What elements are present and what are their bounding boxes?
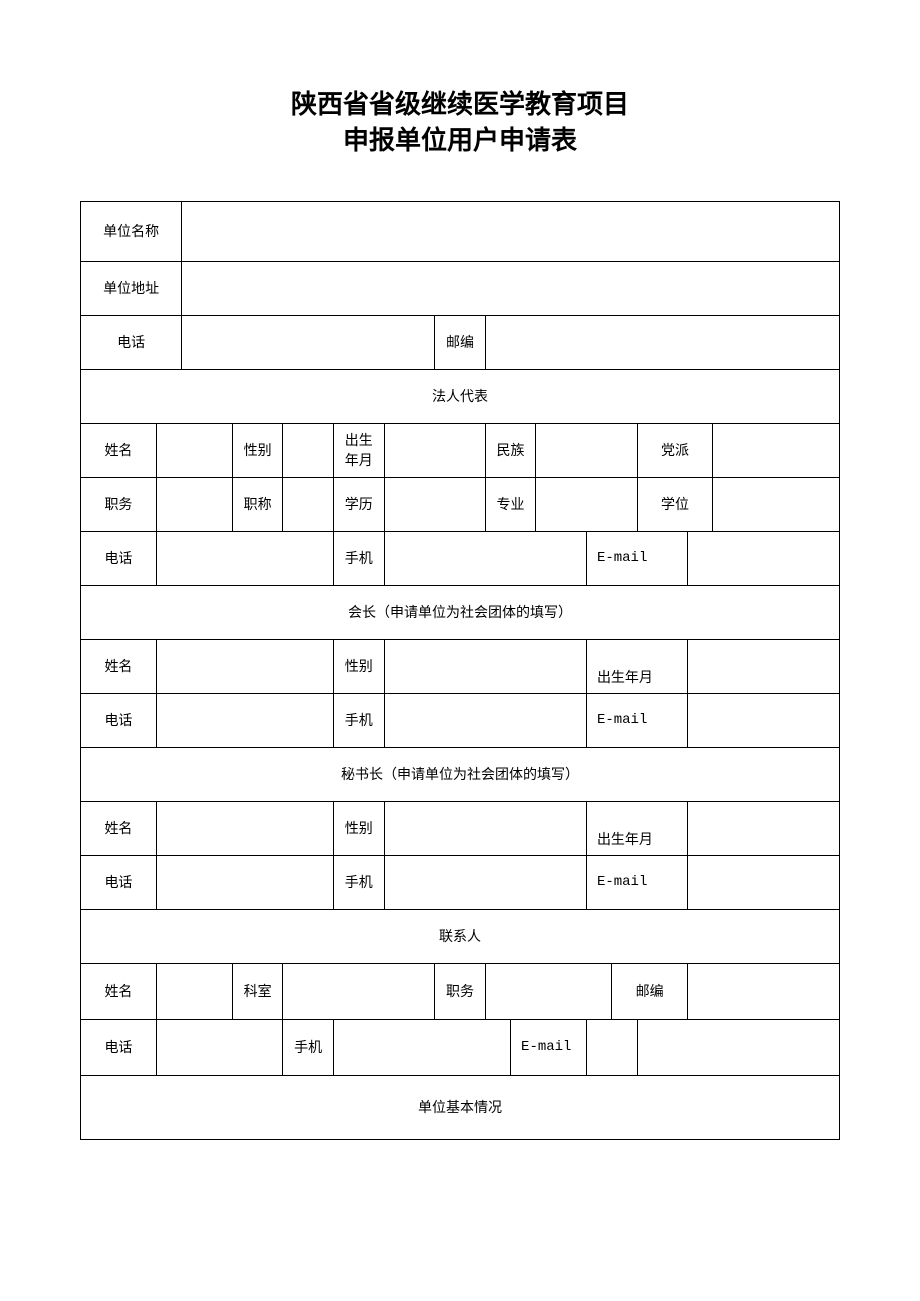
value-phone[interactable] — [182, 315, 435, 369]
value-contact-position[interactable] — [485, 963, 611, 1019]
value-legal-party[interactable] — [713, 423, 840, 477]
label-legal-email: E-mail — [586, 531, 687, 585]
label-unit-name: 单位名称 — [81, 201, 182, 261]
label-sec-gender: 性别 — [333, 801, 384, 855]
value-legal-name[interactable] — [156, 423, 232, 477]
label-sec-phone: 电话 — [81, 855, 157, 909]
value-legal-gender[interactable] — [283, 423, 334, 477]
value-contact-dept[interactable] — [283, 963, 435, 1019]
value-legal-title[interactable] — [283, 477, 334, 531]
section-president: 会长（申请单位为社会团体的填写） — [81, 585, 840, 639]
label-unit-addr: 单位地址 — [81, 261, 182, 315]
label-sec-email: E-mail — [586, 855, 687, 909]
label-contact-dept: 科室 — [232, 963, 283, 1019]
label-legal-birth: 出生 年月 — [333, 423, 384, 477]
label-phone: 电话 — [81, 315, 182, 369]
label-legal-mobile: 手机 — [333, 531, 384, 585]
value-sec-name[interactable] — [156, 801, 333, 855]
label-contact-mobile: 手机 — [283, 1019, 334, 1075]
value-contact-name[interactable] — [156, 963, 232, 1019]
value-legal-phone[interactable] — [156, 531, 333, 585]
value-sec-email[interactable] — [688, 855, 840, 909]
value-contact-postcode[interactable] — [688, 963, 840, 1019]
label-contact-phone: 电话 — [81, 1019, 157, 1075]
label-legal-title: 职称 — [232, 477, 283, 531]
label-legal-party: 党派 — [637, 423, 713, 477]
value-legal-position[interactable] — [156, 477, 232, 531]
application-form-table: 单位名称 单位地址 电话 邮编 法人代表 姓名 性别 出生 年月 民族 党派 职… — [80, 201, 840, 1140]
label-contact-email: E-mail — [511, 1019, 587, 1075]
value-legal-birth[interactable] — [384, 423, 485, 477]
section-secretary: 秘书长（申请单位为社会团体的填写） — [81, 747, 840, 801]
label-sec-name: 姓名 — [81, 801, 157, 855]
value-unit-name[interactable] — [182, 201, 840, 261]
label-legal-name: 姓名 — [81, 423, 157, 477]
value-pres-mobile[interactable] — [384, 693, 586, 747]
label-pres-phone: 电话 — [81, 693, 157, 747]
label-legal-phone: 电话 — [81, 531, 157, 585]
value-pres-birth[interactable] — [688, 639, 840, 693]
label-contact-postcode: 邮编 — [612, 963, 688, 1019]
value-pres-name[interactable] — [156, 639, 333, 693]
label-legal-ethnicity: 民族 — [485, 423, 536, 477]
value-legal-email[interactable] — [688, 531, 840, 585]
label-pres-name: 姓名 — [81, 639, 157, 693]
value-unit-addr[interactable] — [182, 261, 840, 315]
section-basic-info: 单位基本情况 — [81, 1075, 840, 1139]
section-contact: 联系人 — [81, 909, 840, 963]
value-pres-phone[interactable] — [156, 693, 333, 747]
value-contact-phone[interactable] — [156, 1019, 282, 1075]
value-legal-major[interactable] — [536, 477, 637, 531]
label-contact-position: 职务 — [435, 963, 486, 1019]
value-legal-mobile[interactable] — [384, 531, 586, 585]
value-contact-email-a[interactable] — [586, 1019, 637, 1075]
label-contact-name: 姓名 — [81, 963, 157, 1019]
label-legal-education: 学历 — [333, 477, 384, 531]
label-pres-mobile: 手机 — [333, 693, 384, 747]
section-legal-rep: 法人代表 — [81, 369, 840, 423]
value-legal-degree[interactable] — [713, 477, 840, 531]
value-contact-email-b[interactable] — [637, 1019, 839, 1075]
value-sec-gender[interactable] — [384, 801, 586, 855]
label-legal-position: 职务 — [81, 477, 157, 531]
title-line1: 陕西省省级继续医学教育项目 — [291, 89, 629, 119]
value-sec-mobile[interactable] — [384, 855, 586, 909]
label-postcode: 邮编 — [435, 315, 486, 369]
label-legal-gender: 性别 — [232, 423, 283, 477]
label-sec-mobile: 手机 — [333, 855, 384, 909]
label-legal-degree: 学位 — [637, 477, 713, 531]
label-pres-email: E-mail — [586, 693, 687, 747]
value-postcode[interactable] — [485, 315, 839, 369]
label-sec-birth: 出生年月 — [586, 801, 687, 855]
label-legal-major: 专业 — [485, 477, 536, 531]
value-legal-education[interactable] — [384, 477, 485, 531]
value-sec-phone[interactable] — [156, 855, 333, 909]
value-contact-mobile[interactable] — [333, 1019, 510, 1075]
value-pres-gender[interactable] — [384, 639, 586, 693]
title-line2: 申报单位用户申请表 — [343, 125, 577, 155]
label-pres-gender: 性别 — [333, 639, 384, 693]
value-legal-ethnicity[interactable] — [536, 423, 637, 477]
value-pres-email[interactable] — [688, 693, 840, 747]
page-title: 陕西省省级继续医学教育项目 申报单位用户申请表 — [80, 86, 840, 159]
label-pres-birth: 出生年月 — [586, 639, 687, 693]
value-sec-birth[interactable] — [688, 801, 840, 855]
